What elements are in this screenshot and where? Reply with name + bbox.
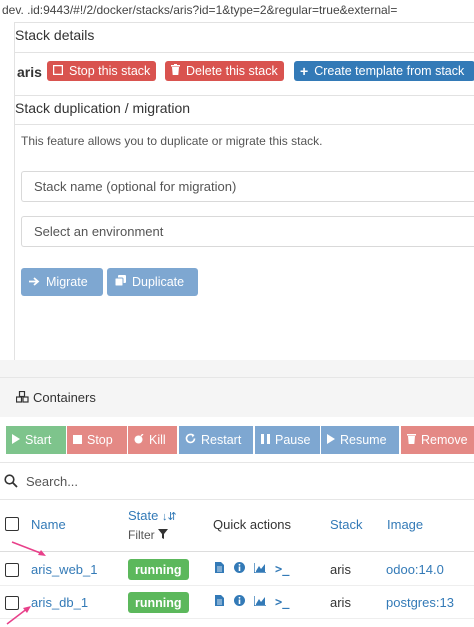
- create-template-label: Create template from stack: [314, 64, 465, 78]
- arrow-right-icon: [29, 275, 40, 289]
- restart-label: Restart: [201, 433, 242, 447]
- containers-title: Containers: [33, 390, 96, 405]
- remove-button[interactable]: Remove: [401, 426, 474, 454]
- column-quick-actions: Quick actions: [213, 517, 292, 532]
- resume-label: Resume: [340, 433, 387, 447]
- container-name-link[interactable]: aris_web_1: [31, 562, 98, 577]
- status-badge: running: [128, 592, 189, 613]
- environment-select[interactable]: Select an environment: [21, 216, 474, 247]
- console-icon[interactable]: >_: [275, 562, 289, 576]
- select-all-checkbox[interactable]: [5, 517, 19, 531]
- stack-name-input[interactable]: Stack name (optional for migration): [21, 171, 474, 202]
- column-stack[interactable]: Stack: [330, 517, 363, 532]
- sort-icon: ↓⇵: [161, 511, 177, 523]
- trash-icon: [407, 433, 416, 447]
- stack-details-panel: Stack details aris Stop this stack Delet…: [14, 22, 474, 362]
- duplication-panel: Stack duplication / migration This featu…: [15, 95, 474, 360]
- stop-stack-button[interactable]: Stop this stack: [47, 61, 157, 81]
- stats-icon[interactable]: [253, 562, 266, 576]
- column-image[interactable]: Image: [387, 517, 423, 532]
- refresh-icon: [185, 433, 196, 447]
- filter-label: Filter: [128, 528, 155, 542]
- kill-label: Kill: [149, 433, 166, 447]
- container-stack: aris: [330, 562, 351, 577]
- row-checkbox[interactable]: [5, 563, 19, 577]
- stack-details-title: Stack details: [15, 27, 95, 43]
- status-badge: running: [128, 559, 189, 580]
- container-image-link[interactable]: odoo:14.0: [386, 562, 444, 577]
- start-label: Start: [25, 433, 52, 447]
- migrate-label: Migrate: [46, 275, 88, 289]
- plus-icon: +: [300, 63, 309, 79]
- stack-name-placeholder: Stack name (optional for migration): [34, 179, 237, 194]
- pause-label: Pause: [275, 433, 311, 447]
- create-template-button[interactable]: + Create template from stack: [294, 61, 474, 81]
- state-filter[interactable]: Filter: [128, 528, 169, 542]
- annotation-arrow-icon: [11, 541, 46, 556]
- containers-action-bar: Start Stop Kill Restart Pause Resume Rem…: [0, 417, 474, 462]
- cubes-icon: [15, 390, 29, 406]
- migrate-button[interactable]: Migrate: [21, 268, 103, 296]
- search-icon: [4, 474, 18, 488]
- info-icon[interactable]: [234, 562, 245, 576]
- logs-icon[interactable]: [215, 595, 224, 609]
- stop-stack-label: Stop this stack: [69, 64, 151, 78]
- table-row: aris_db_1 running >_ aris postgres:13: [0, 586, 474, 619]
- pause-button[interactable]: Pause: [255, 426, 320, 454]
- divider: [15, 52, 474, 53]
- console-icon[interactable]: >_: [275, 595, 289, 609]
- stack-name: aris: [17, 64, 42, 80]
- play-icon: [327, 433, 335, 447]
- section-gap: [0, 360, 474, 377]
- container-stack: aris: [330, 595, 351, 610]
- duplicate-label: Duplicate: [132, 275, 185, 289]
- filter-icon: [158, 528, 169, 542]
- column-name[interactable]: Name: [31, 517, 66, 532]
- environment-placeholder: Select an environment: [34, 224, 164, 239]
- url-bar[interactable]: dev. .id:9443/#!/2/docker/stacks/aris?id…: [0, 0, 474, 22]
- play-icon: [12, 433, 20, 447]
- remove-label: Remove: [421, 433, 468, 447]
- divider: [15, 124, 474, 125]
- duplication-description: This feature allows you to duplicate or …: [21, 134, 323, 148]
- stop-icon: [73, 433, 82, 447]
- copy-icon: [114, 275, 126, 289]
- delete-stack-button[interactable]: Delete this stack: [165, 61, 284, 81]
- logs-icon[interactable]: [215, 562, 224, 576]
- kill-button[interactable]: Kill: [128, 426, 177, 454]
- bomb-icon: [134, 433, 144, 447]
- search-input[interactable]: Search...: [26, 474, 78, 489]
- duplication-title: Stack duplication / migration: [15, 100, 191, 116]
- stop-label: Stop: [87, 433, 113, 447]
- resume-button[interactable]: Resume: [321, 426, 399, 454]
- trash-icon: [171, 64, 180, 78]
- container-image-link[interactable]: postgres:13: [386, 595, 454, 610]
- restart-button[interactable]: Restart: [179, 426, 253, 454]
- pause-icon: [261, 433, 270, 447]
- annotation-arrow-icon: [6, 606, 31, 625]
- table-row: aris_web_1 running >_ aris odoo:14.0: [0, 553, 474, 586]
- column-state[interactable]: State ↓⇵: [128, 508, 177, 523]
- start-button[interactable]: Start: [6, 426, 66, 454]
- delete-stack-label: Delete this stack: [186, 64, 278, 78]
- table-header: Name State ↓⇵ Filter Quick actions Stack…: [0, 500, 474, 552]
- stop-button[interactable]: Stop: [67, 426, 127, 454]
- search-row[interactable]: Search...: [0, 462, 474, 500]
- container-name-link[interactable]: aris_db_1: [31, 595, 88, 610]
- stats-icon[interactable]: [253, 595, 266, 609]
- info-icon[interactable]: [234, 595, 245, 609]
- duplicate-button[interactable]: Duplicate: [107, 268, 198, 296]
- column-state-label: State: [128, 508, 159, 523]
- stop-icon: [52, 64, 64, 78]
- containers-header: Containers: [0, 377, 474, 417]
- url-text: dev. .id:9443/#!/2/docker/stacks/aris?id…: [2, 3, 398, 17]
